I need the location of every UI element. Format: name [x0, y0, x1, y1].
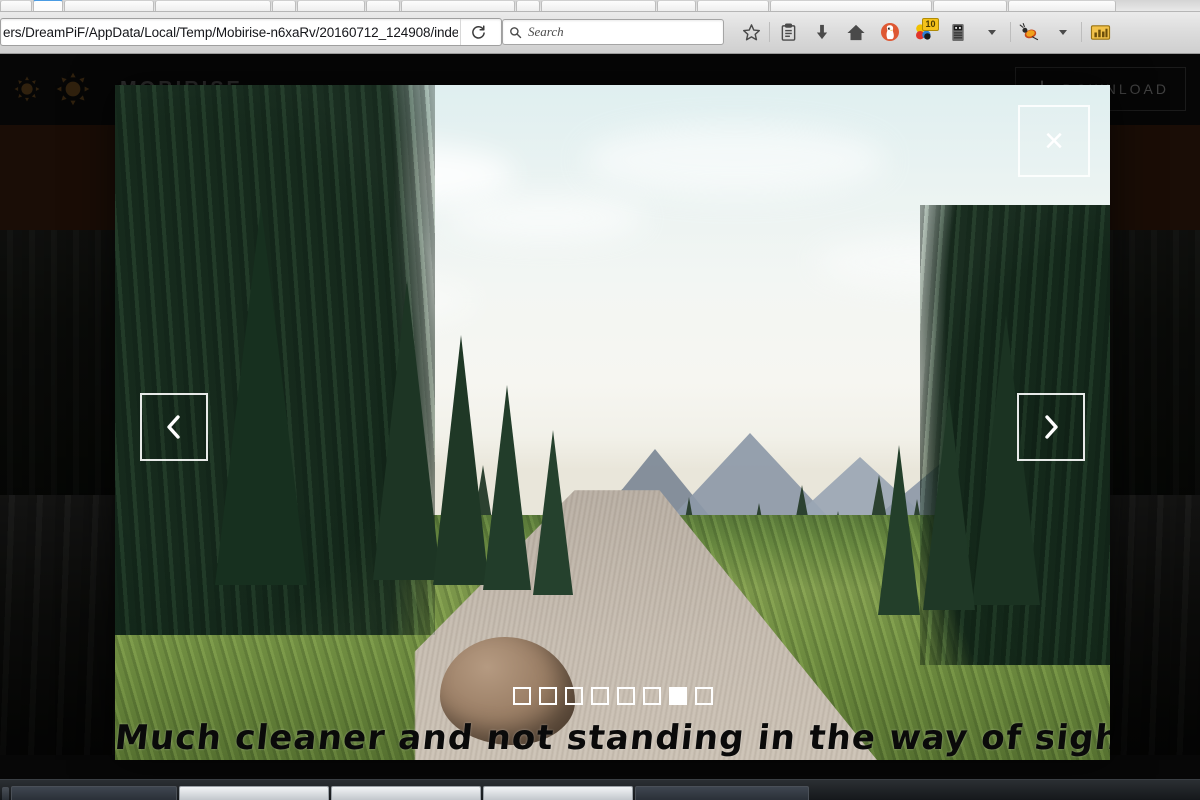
close-icon: × [1044, 122, 1064, 160]
lightbox-slide-indicator-3[interactable] [564, 687, 583, 705]
browser-chrome: ers/DreamPiF/AppData/Local/Temp/Mobirise… [0, 0, 1200, 54]
magnifier-icon [509, 26, 522, 39]
chevron-left-icon [163, 412, 185, 442]
stats-icon[interactable] [1083, 17, 1117, 47]
browser-tab-2[interactable] [33, 0, 63, 11]
lightbox-slide-indicator-4[interactable] [590, 687, 609, 705]
browser-tab-14[interactable] [933, 0, 1007, 11]
extension-colors-icon[interactable]: 10 [907, 17, 941, 47]
ghostery-icon[interactable] [1012, 17, 1046, 47]
lightbox-slide-indicators[interactable] [115, 687, 1110, 705]
browser-toolbar-icons: 10 [734, 17, 1117, 47]
search-bar[interactable]: Search [502, 19, 724, 45]
windows-taskbar[interactable] [0, 779, 1200, 800]
chevron-right-icon [1040, 412, 1062, 442]
lightbox-modal: × Much cleaner and not standing in the w… [115, 85, 1110, 760]
browser-tab-4[interactable] [155, 0, 271, 11]
browser-tab-8[interactable] [401, 0, 515, 11]
taskbar-sliver[interactable] [2, 787, 9, 800]
lightbox-slide-indicator-5[interactable] [616, 687, 635, 705]
browser-tab-13[interactable] [770, 0, 932, 11]
reload-button[interactable] [460, 19, 495, 45]
lightbox-slide-indicator-1[interactable] [512, 687, 531, 705]
taskbar-button-1[interactable] [11, 786, 177, 800]
toolbar-divider-2 [1010, 22, 1011, 42]
address-bar[interactable]: ers/DreamPiF/AppData/Local/Temp/Mobirise… [0, 18, 502, 46]
taskbar-button-2[interactable] [179, 786, 329, 800]
toolbar-divider-3 [1081, 22, 1082, 42]
browser-tab-strip[interactable] [0, 0, 1200, 12]
duckduckgo-icon[interactable] [873, 17, 907, 47]
browser-nav-row: ers/DreamPiF/AppData/Local/Temp/Mobirise… [0, 12, 1200, 52]
browser-tab-1[interactable] [0, 0, 32, 11]
extension-badge-count: 10 [922, 18, 939, 31]
home-icon[interactable] [839, 17, 873, 47]
dropdown-chevron-icon-2[interactable] [1046, 17, 1080, 47]
browser-tab-7[interactable] [366, 0, 400, 11]
reading-list-icon[interactable] [771, 17, 805, 47]
screen-root: MOBIRISE DOWNLOAD [0, 0, 1200, 800]
browser-tab-12[interactable] [697, 0, 769, 11]
dropdown-chevron-icon[interactable] [975, 17, 1009, 47]
browser-tab-11[interactable] [657, 0, 696, 11]
lightbox-close-button[interactable]: × [1018, 105, 1090, 177]
taskbar-button-4[interactable] [483, 786, 633, 800]
toolbar-divider [769, 22, 770, 42]
address-bar-text: ers/DreamPiF/AppData/Local/Temp/Mobirise… [3, 24, 458, 40]
downloads-icon[interactable] [805, 17, 839, 47]
lightbox-image [115, 85, 1110, 760]
browser-tab-3[interactable] [64, 0, 154, 11]
lightbox-prev-button[interactable] [140, 393, 208, 461]
lightbox-next-button[interactable] [1017, 393, 1085, 461]
lightbox-slide-indicator-8[interactable] [694, 687, 713, 705]
taskbar-button-5[interactable] [635, 786, 809, 800]
browser-tab-5[interactable] [272, 0, 296, 11]
lightbox-slide-indicator-7[interactable] [668, 687, 687, 705]
taskbar-button-3[interactable] [331, 786, 481, 800]
browser-tab-6[interactable] [297, 0, 365, 11]
lightbox-slide-indicator-2[interactable] [538, 687, 557, 705]
browser-tab-15[interactable] [1008, 0, 1116, 11]
browser-tab-10[interactable] [541, 0, 656, 11]
lightbox-caption: Much cleaner and not standing in the way… [115, 718, 1110, 758]
browser-tab-9[interactable] [516, 0, 540, 11]
bookmark-star-icon[interactable] [734, 17, 768, 47]
lightbox-slide-indicator-6[interactable] [642, 687, 661, 705]
search-input-placeholder: Search [528, 24, 564, 39]
noscript-icon[interactable] [941, 17, 975, 47]
